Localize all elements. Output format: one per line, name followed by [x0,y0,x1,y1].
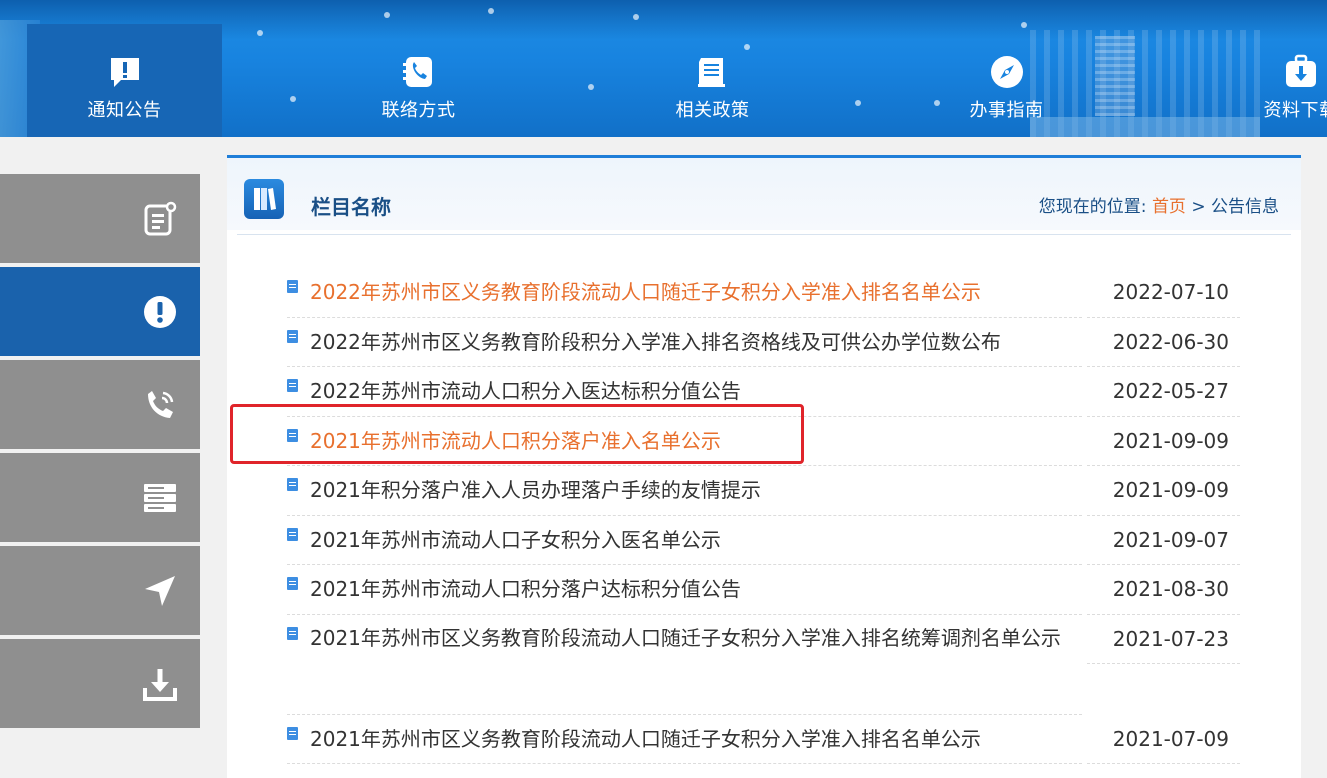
article-link[interactable]: 2022年苏州市区义务教育阶段积分入学准入排名资格线及可供公办学位数公布 [310,328,1080,356]
sidebar-item-contacts[interactable] [0,360,200,449]
content-panel: 栏目名称 您现在的位置: 首页 > 公告信息 2022年苏州市区义务教育阶段流动… [227,155,1301,778]
document-icon [693,52,733,92]
panel-header: 栏目名称 您现在的位置: 首页 > 公告信息 [227,158,1301,230]
sidebar-item-downloads[interactable] [0,639,200,728]
page-title: 栏目名称 [311,191,391,220]
article-list: 2022年苏州市区义务教育阶段流动人口随迁子女积分入学准入排名名单公示 2022… [287,268,1240,764]
article-date: 2021-09-09 [1087,466,1240,516]
phone-icon [399,52,439,92]
article-date: 2022-07-10 [1087,268,1240,318]
list-item: 2022年苏州市区义务教育阶段积分入学准入排名资格线及可供公办学位数公布 202… [287,318,1240,368]
article-date: 2022-06-30 [1087,318,1240,368]
books-icon [244,179,284,219]
article-link[interactable]: 2021年苏州市流动人口子女积分入医名单公示 [310,526,1080,554]
sidebar-item-servers[interactable] [0,453,200,542]
nav-item-contacts[interactable]: 联络方式 [321,24,516,137]
list-item-title-cell: 2021年苏州市区义务教育阶段流动人口随迁子女积分入学准入排名名单公示 [287,715,1082,765]
nav-item-downloads[interactable]: 资料下载 [1203,24,1327,137]
list-item-title-cell: 2022年苏州市区义务教育阶段流动人口随迁子女积分入学准入排名名单公示 [287,268,1082,318]
list-item-title-cell: 2021年积分落户准入人员办理落户手续的友情提示 [287,466,1082,516]
list-item-title-cell: 2022年苏州市区义务教育阶段积分入学准入排名资格线及可供公办学位数公布 [287,318,1082,368]
list-item-title-cell: 2021年苏州市区义务教育阶段流动人口随迁子女积分入学准入排名统筹调剂名单公示 [287,615,1082,715]
phone-icon [140,385,180,425]
document-icon [287,577,298,590]
nav-item-label: 通知公告 [88,96,162,122]
article-link[interactable]: 2021年苏州市流动人口积分落户准入名单公示 [310,427,1080,455]
breadcrumb-prefix: 您现在的位置: [1039,197,1147,217]
list-item: 2021年苏州市流动人口积分落户达标积分值公告 2021-08-30 [287,565,1240,615]
list-item: 2021年苏州市区义务教育阶段流动人口随迁子女积分入学准入排名统筹调剂名单公示 … [287,615,1240,715]
document-icon [287,330,298,343]
document-icon [287,429,298,442]
nav-item-label: 相关政策 [676,96,750,122]
article-link[interactable]: 2021年苏州市区义务教育阶段流动人口随迁子女积分入学准入排名统筹调剂名单公示 [285,614,1075,664]
list-item: 2021年积分落户准入人员办理落户手续的友情提示 2021-09-09 [287,466,1240,516]
sidebar [0,174,200,732]
compass-icon [987,52,1027,92]
document-icon [287,280,298,293]
server-icon [140,478,180,518]
nav-item-label: 联络方式 [382,96,456,122]
document-icon [287,627,298,640]
sidebar-item-send[interactable] [0,546,200,635]
article-link[interactable]: 2021年苏州市流动人口积分落户达标积分值公告 [310,575,1080,603]
breadcrumb-separator: > [1191,197,1205,217]
list-item: 2022年苏州市流动人口积分入医达标积分值公告 2022-05-27 [287,367,1240,417]
article-link[interactable]: 2022年苏州市区义务教育阶段流动人口随迁子女积分入学准入排名名单公示 [310,278,1080,306]
nav-item-guide[interactable]: 办事指南 [909,24,1104,137]
breadcrumb-home-link[interactable]: 首页 [1152,197,1186,217]
article-date: 2021-08-30 [1087,565,1240,615]
sidebar-item-notices[interactable] [0,267,200,356]
nav-item-notices[interactable]: 通知公告 [27,24,222,137]
article-link[interactable]: 2021年苏州市区义务教育阶段流动人口随迁子女积分入学准入排名名单公示 [310,725,1080,753]
article-date: 2021-09-07 [1087,516,1240,566]
article-date: 2021-09-09 [1087,417,1240,467]
list-item: 2022年苏州市区义务教育阶段流动人口随迁子女积分入学准入排名名单公示 2022… [287,268,1240,318]
nav-item-policies[interactable]: 相关政策 [615,24,810,137]
article-link[interactable]: 2022年苏州市流动人口积分入医达标积分值公告 [310,377,1080,405]
list-item: 2021年苏州市区义务教育阶段流动人口随迁子女积分入学准入排名名单公示 2021… [287,715,1240,765]
document-icon [287,727,298,740]
list-item: 2021年苏州市流动人口积分落户准入名单公示 2021-09-09 [287,417,1240,467]
sidebar-item-notes[interactable] [0,174,200,263]
download-icon [140,664,180,704]
send-icon [140,571,180,611]
list-item: 2021年苏州市流动人口子女积分入医名单公示 2021-09-07 [287,516,1240,566]
document-icon [287,379,298,392]
main-nav: 通知公告 联络方式 [0,24,1327,137]
banner-dot [633,14,639,20]
top-banner: 通知公告 联络方式 [0,0,1327,137]
banner-dot [384,12,390,18]
list-item-title-cell: 2021年苏州市流动人口积分落户准入名单公示 [287,417,1082,467]
list-item-title-cell: 2021年苏州市流动人口子女积分入医名单公示 [287,516,1082,566]
header-divider [237,234,1291,235]
article-date: 2021-07-09 [1087,715,1240,765]
notice-icon [105,52,145,92]
breadcrumb: 您现在的位置: 首页 > 公告信息 [1039,192,1279,217]
alert-icon [140,292,180,332]
nav-item-label: 办事指南 [970,96,1044,122]
download-icon [1281,52,1321,92]
breadcrumb-current-link[interactable]: 公告信息 [1211,197,1279,217]
nav-item-label: 资料下载 [1264,96,1327,122]
list-item-title-cell: 2022年苏州市流动人口积分入医达标积分值公告 [287,367,1082,417]
list-item-title-cell: 2021年苏州市流动人口积分落户达标积分值公告 [287,565,1082,615]
banner-dot [488,8,494,14]
article-date: 2021-07-23 [1087,615,1240,665]
document-icon [287,478,298,491]
article-link[interactable]: 2021年积分落户准入人员办理落户手续的友情提示 [310,476,1080,504]
article-date: 2022-05-27 [1087,367,1240,417]
document-icon [287,528,298,541]
notepad-icon [140,199,180,239]
